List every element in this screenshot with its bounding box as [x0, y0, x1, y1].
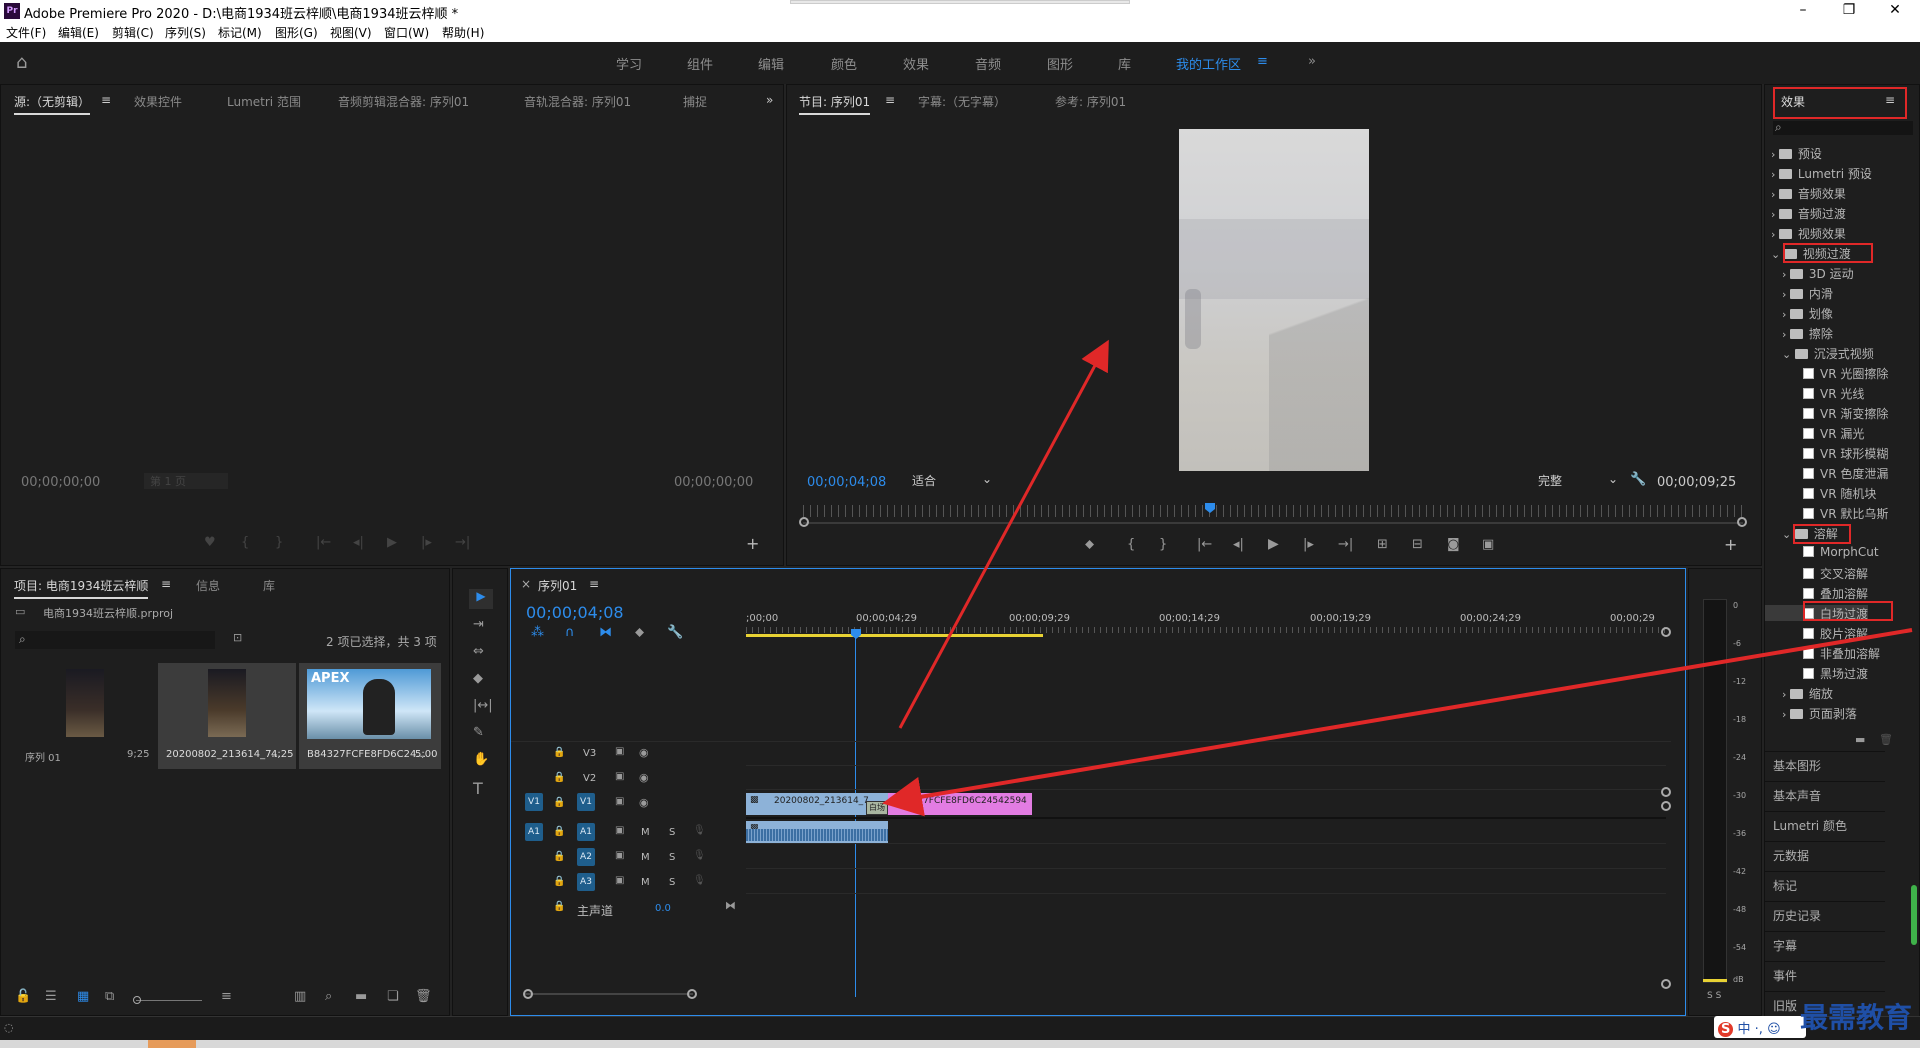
- annotation-arrows: [882, 339, 1913, 817]
- arrow-to-transition: [882, 628, 1913, 817]
- arrow-to-program: [898, 339, 1109, 729]
